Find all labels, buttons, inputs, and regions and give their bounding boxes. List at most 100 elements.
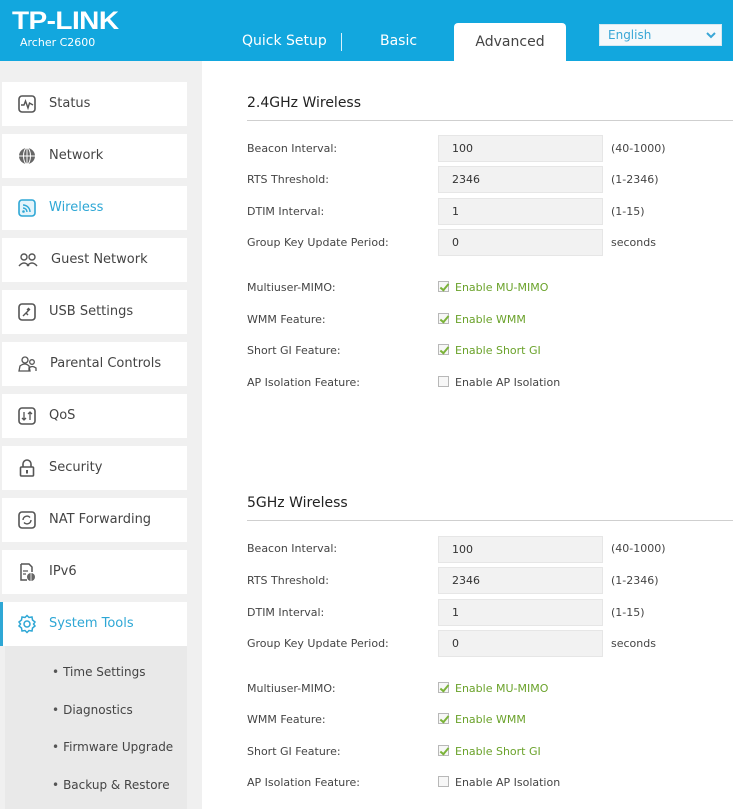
- ipv6-doc-icon: [17, 562, 37, 582]
- beacon-interval-hint: (40-1000): [611, 142, 666, 155]
- ap-isolation-option: Enable AP Isolation: [455, 376, 561, 389]
- dtim-interval-input[interactable]: 1: [438, 599, 603, 626]
- sidebar-item-ipv6[interactable]: IPv6: [2, 550, 187, 594]
- wmm-checkbox[interactable]: Enable WMM: [438, 713, 526, 727]
- sidebar-item-usb-settings[interactable]: USB Settings: [2, 290, 187, 334]
- wmm-label: WMM Feature:: [247, 713, 326, 726]
- usb-icon: [17, 302, 37, 322]
- rts-threshold-label: RTS Threshold:: [247, 574, 329, 587]
- qos-arrows-icon: [17, 406, 37, 426]
- ap-isolation-checkbox[interactable]: Enable AP Isolation: [438, 376, 560, 390]
- mu-mimo-checkbox[interactable]: Enable MU-MIMO: [438, 281, 548, 295]
- submenu-label: Firmware Upgrade: [63, 740, 174, 754]
- submenu-item-firmware-upgrade[interactable]: Firmware Upgrade: [52, 740, 173, 754]
- sidebar-item-status[interactable]: Status: [2, 82, 187, 126]
- beacon-interval-hint: (40-1000): [611, 542, 666, 555]
- short-gi-option: Enable Short GI: [455, 344, 541, 357]
- ap-isolation-label: AP Isolation Feature:: [247, 776, 360, 789]
- sidebar-item-label: Guest Network: [51, 252, 148, 267]
- group-key-label: Group Key Update Period:: [247, 236, 389, 249]
- main-content: 2.4GHz Wireless Beacon Interval: 100 (40…: [202, 61, 733, 809]
- sidebar-item-nat-forwarding[interactable]: NAT Forwarding: [2, 498, 187, 542]
- sidebar-item-label: Status: [49, 96, 91, 111]
- chevron-down-icon: [706, 25, 716, 53]
- sidebar: Status Network Wireless Guest Network US…: [0, 61, 202, 809]
- short-gi-option: Enable Short GI: [455, 745, 541, 758]
- wireless-icon: [17, 198, 37, 218]
- mu-mimo-label: Multiuser-MIMO:: [247, 682, 336, 695]
- globe-icon: [17, 146, 37, 166]
- ap-isolation-checkbox[interactable]: Enable AP Isolation: [438, 776, 560, 790]
- ap-isolation-label: AP Isolation Feature:: [247, 376, 360, 389]
- dtim-interval-label: DTIM Interval:: [247, 606, 325, 619]
- checkbox-unchecked-icon: [438, 776, 449, 787]
- mu-mimo-label: Multiuser-MIMO:: [247, 281, 336, 294]
- short-gi-checkbox[interactable]: Enable Short GI: [438, 344, 541, 358]
- tab-divider: [341, 33, 342, 51]
- system-tools-submenu: Time Settings Diagnostics Firmware Upgra…: [5, 646, 187, 809]
- status-pulse-icon: [17, 94, 37, 114]
- checkbox-checked-icon: [438, 313, 449, 324]
- lock-icon: [17, 458, 37, 478]
- language-select[interactable]: English: [599, 24, 722, 46]
- sidebar-item-wireless[interactable]: Wireless: [2, 186, 187, 230]
- group-key-input[interactable]: 0: [438, 229, 603, 256]
- parental-icon: [17, 354, 37, 374]
- sidebar-item-label: USB Settings: [49, 304, 134, 319]
- nat-refresh-icon: [17, 510, 37, 530]
- sidebar-item-parental-controls[interactable]: Parental Controls: [2, 342, 187, 386]
- sidebar-item-label: Security: [49, 460, 103, 475]
- sidebar-item-guest-network[interactable]: Guest Network: [2, 238, 187, 282]
- section-divider: [247, 520, 733, 521]
- checkbox-checked-icon: [438, 344, 449, 355]
- section-divider: [247, 120, 733, 121]
- model-name: Archer C2600: [20, 36, 96, 49]
- dtim-interval-hint: (1-15): [611, 205, 645, 218]
- sidebar-item-system-tools[interactable]: System Tools: [0, 602, 187, 646]
- wmm-option: Enable WMM: [455, 313, 526, 326]
- short-gi-label: Short GI Feature:: [247, 745, 341, 758]
- guest-users-icon: [17, 250, 38, 270]
- rts-threshold-hint: (1-2346): [611, 574, 659, 587]
- ap-isolation-option: Enable AP Isolation: [455, 776, 561, 789]
- dtim-interval-input[interactable]: 1: [438, 198, 603, 225]
- checkbox-checked-icon: [438, 745, 449, 756]
- tab-quick-setup[interactable]: Quick Setup: [242, 33, 327, 49]
- beacon-interval-label: Beacon Interval:: [247, 542, 338, 555]
- sidebar-item-label: Network: [49, 148, 104, 163]
- mu-mimo-checkbox[interactable]: Enable MU-MIMO: [438, 682, 548, 696]
- beacon-interval-label: Beacon Interval:: [247, 142, 338, 155]
- brand-logo: TP-LINK: [12, 7, 119, 35]
- tab-basic[interactable]: Basic: [380, 33, 417, 49]
- sidebar-item-security[interactable]: Security: [2, 446, 187, 490]
- submenu-item-time-settings[interactable]: Time Settings: [52, 665, 145, 679]
- submenu-item-diagnostics[interactable]: Diagnostics: [52, 703, 133, 717]
- gear-icon: [17, 614, 37, 634]
- group-key-input[interactable]: 0: [438, 630, 603, 657]
- wmm-label: WMM Feature:: [247, 313, 326, 326]
- mu-mimo-option: Enable MU-MIMO: [455, 281, 549, 294]
- sidebar-item-label: Parental Controls: [50, 356, 162, 371]
- submenu-item-backup-restore[interactable]: Backup & Restore: [52, 778, 170, 792]
- checkbox-checked-icon: [438, 281, 449, 292]
- rts-threshold-hint: (1-2346): [611, 173, 659, 186]
- short-gi-checkbox[interactable]: Enable Short GI: [438, 745, 541, 759]
- group-key-hint: seconds: [611, 637, 656, 650]
- wmm-checkbox[interactable]: Enable WMM: [438, 313, 526, 327]
- sidebar-item-label: NAT Forwarding: [49, 512, 152, 527]
- beacon-interval-input[interactable]: 100: [438, 536, 603, 563]
- submenu-label: Backup & Restore: [63, 778, 170, 792]
- tab-advanced[interactable]: Advanced: [454, 23, 566, 61]
- rts-threshold-input[interactable]: 2346: [438, 567, 603, 594]
- submenu-label: Time Settings: [63, 665, 146, 679]
- dtim-interval-hint: (1-15): [611, 606, 645, 619]
- group-key-label: Group Key Update Period:: [247, 637, 389, 650]
- rts-threshold-input[interactable]: 2346: [438, 166, 603, 193]
- wmm-option: Enable WMM: [455, 713, 526, 726]
- language-selected: English: [608, 28, 652, 42]
- sidebar-item-qos[interactable]: QoS: [2, 394, 187, 438]
- checkbox-checked-icon: [438, 682, 449, 693]
- beacon-interval-input[interactable]: 100: [438, 135, 603, 162]
- sidebar-item-label: System Tools: [49, 616, 134, 631]
- sidebar-item-network[interactable]: Network: [2, 134, 187, 178]
